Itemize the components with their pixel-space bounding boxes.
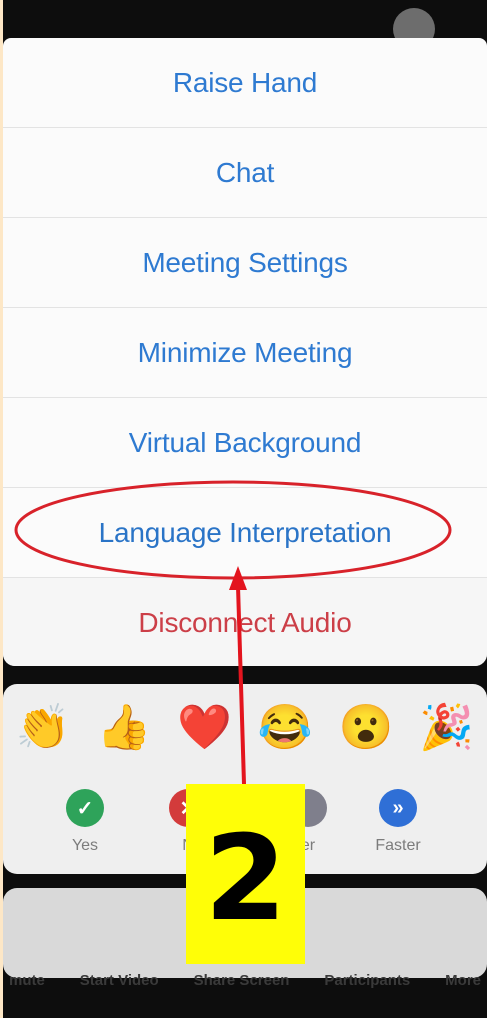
- toolbar-more[interactable]: More: [445, 972, 481, 989]
- feedback-yes-label: Yes: [71, 837, 99, 854]
- thumbs-up-icon[interactable]: 👍: [97, 706, 152, 750]
- surprised-face-icon[interactable]: 😮: [339, 706, 394, 750]
- step-number-badge: 2: [186, 784, 305, 964]
- checkmark-icon: ✓: [66, 789, 104, 827]
- menu-item-chat[interactable]: Chat: [3, 128, 487, 218]
- more-options-menu: Raise Hand Chat Meeting Settings Minimiz…: [3, 38, 487, 666]
- toolbar-participants[interactable]: Participants: [324, 972, 410, 989]
- meeting-toolbar: mute Start Video Share Screen Participan…: [3, 960, 487, 1000]
- menu-item-meeting-settings[interactable]: Meeting Settings: [3, 218, 487, 308]
- clapping-hands-icon[interactable]: 👏: [16, 706, 71, 750]
- fast-forward-icon: »: [379, 789, 417, 827]
- red-heart-icon[interactable]: ❤️: [177, 706, 232, 750]
- menu-item-minimize-meeting[interactable]: Minimize Meeting: [3, 308, 487, 398]
- toolbar-start-video[interactable]: Start Video: [80, 972, 159, 989]
- menu-item-raise-hand[interactable]: Raise Hand: [3, 38, 487, 128]
- feedback-faster-label: Faster: [375, 837, 421, 854]
- feedback-faster-button[interactable]: » Faster: [358, 789, 438, 855]
- tears-of-joy-icon[interactable]: 😂: [258, 706, 313, 750]
- party-popper-icon[interactable]: 🎉: [419, 706, 474, 750]
- toolbar-mute[interactable]: mute: [9, 972, 45, 989]
- feedback-yes-button[interactable]: ✓ Yes: [45, 789, 125, 855]
- menu-item-disconnect-audio[interactable]: Disconnect Audio: [3, 578, 487, 666]
- menu-item-language-interpretation[interactable]: Language Interpretation: [3, 488, 487, 578]
- menu-item-virtual-background[interactable]: Virtual Background: [3, 398, 487, 488]
- emoji-row: 👏 👍 ❤️ 😂 😮 🎉: [3, 698, 487, 758]
- step-number: 2: [204, 809, 287, 947]
- toolbar-share-screen[interactable]: Share Screen: [194, 972, 290, 989]
